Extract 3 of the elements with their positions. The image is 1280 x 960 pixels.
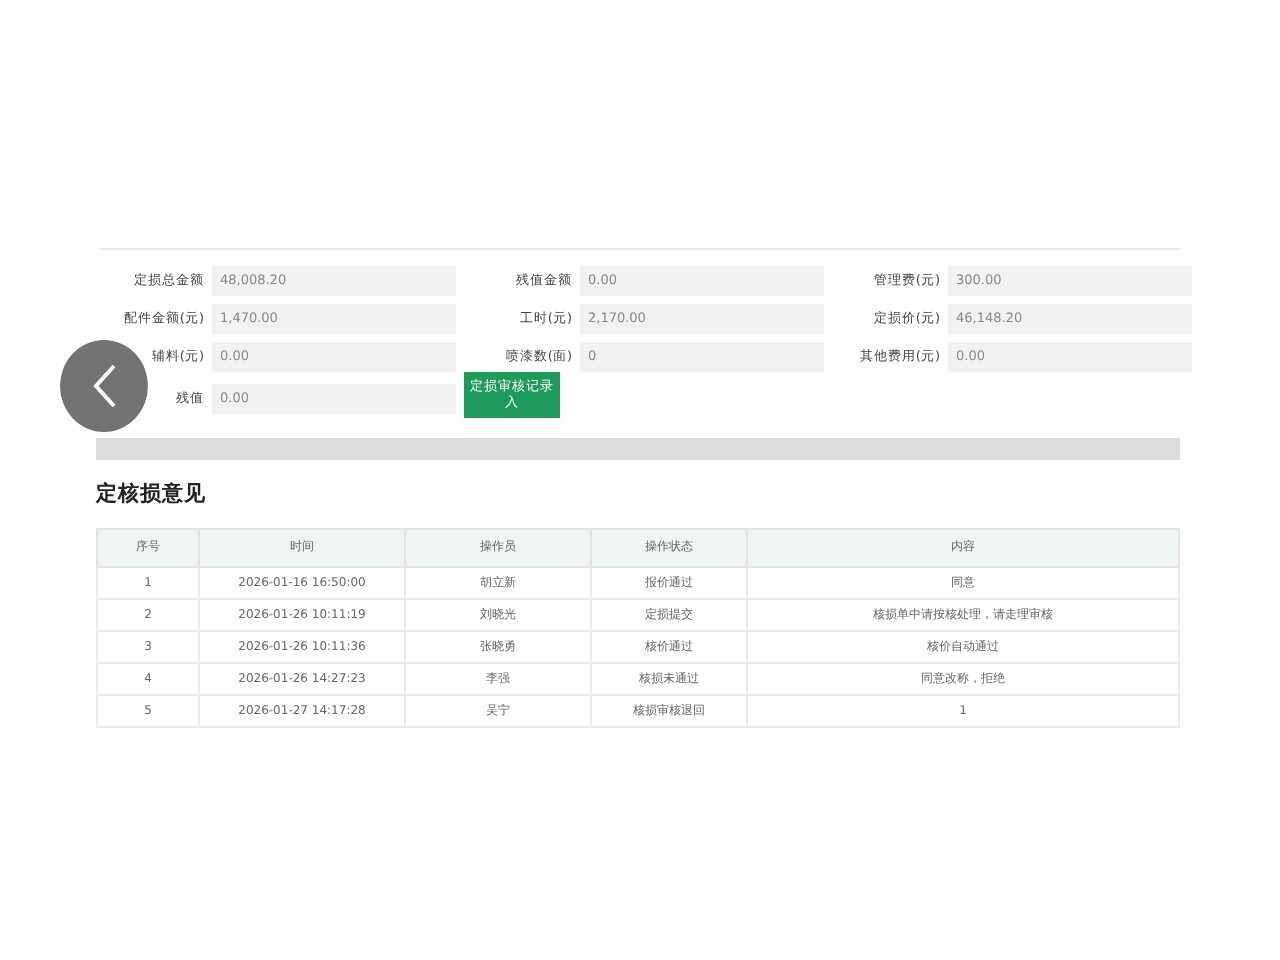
chevron-left-icon [90,362,118,410]
section-title: 定核损意见 [96,479,208,508]
previous-button[interactable] [60,340,148,432]
